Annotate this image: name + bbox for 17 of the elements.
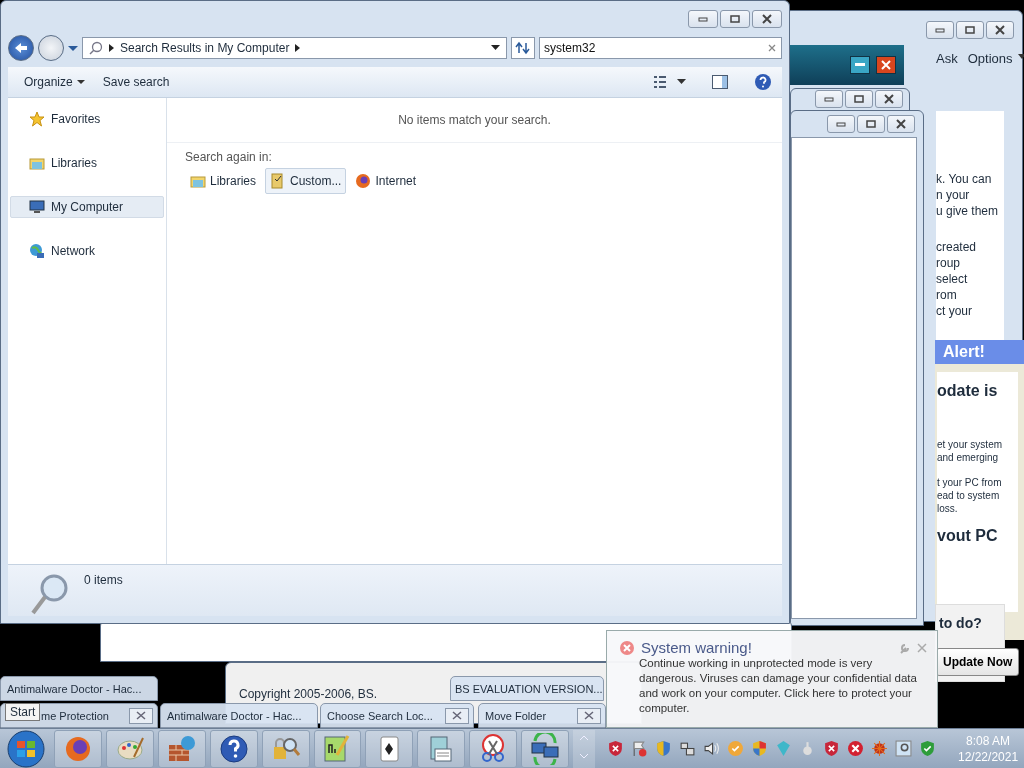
alert-title: Alert! — [935, 340, 1024, 364]
alert-heading: vout PC — [937, 527, 999, 545]
question-text: to do? — [939, 615, 983, 631]
date-text: 12/22/2021 — [958, 749, 1019, 764]
empty-message: No items match your search. — [167, 98, 782, 143]
paragraph: et your system and emerging — [937, 438, 1004, 464]
paragraph: t your PC from ead to system loss. — [937, 476, 1003, 515]
alert-heading: odate is — [937, 382, 999, 400]
notification-title: System warning! — [641, 639, 753, 656]
paragraph: k. You can n your u give them — [936, 171, 1000, 219]
paragraph: created roup select rom ct your — [936, 239, 978, 319]
time-text: 8:08 AM — [966, 733, 1011, 748]
copyright-text: Copyright 2005-2006, BS. — [239, 687, 378, 701]
section-label: Search again in: — [185, 150, 273, 164]
notification-text: Continue working in unprotected mode is very dangerous. Viruses can damage your confidential data and work on your computer. Click here to protect your computer. — [639, 656, 918, 716]
tooltip: Start — [5, 703, 41, 721]
item-count: 0 items — [84, 573, 123, 587]
